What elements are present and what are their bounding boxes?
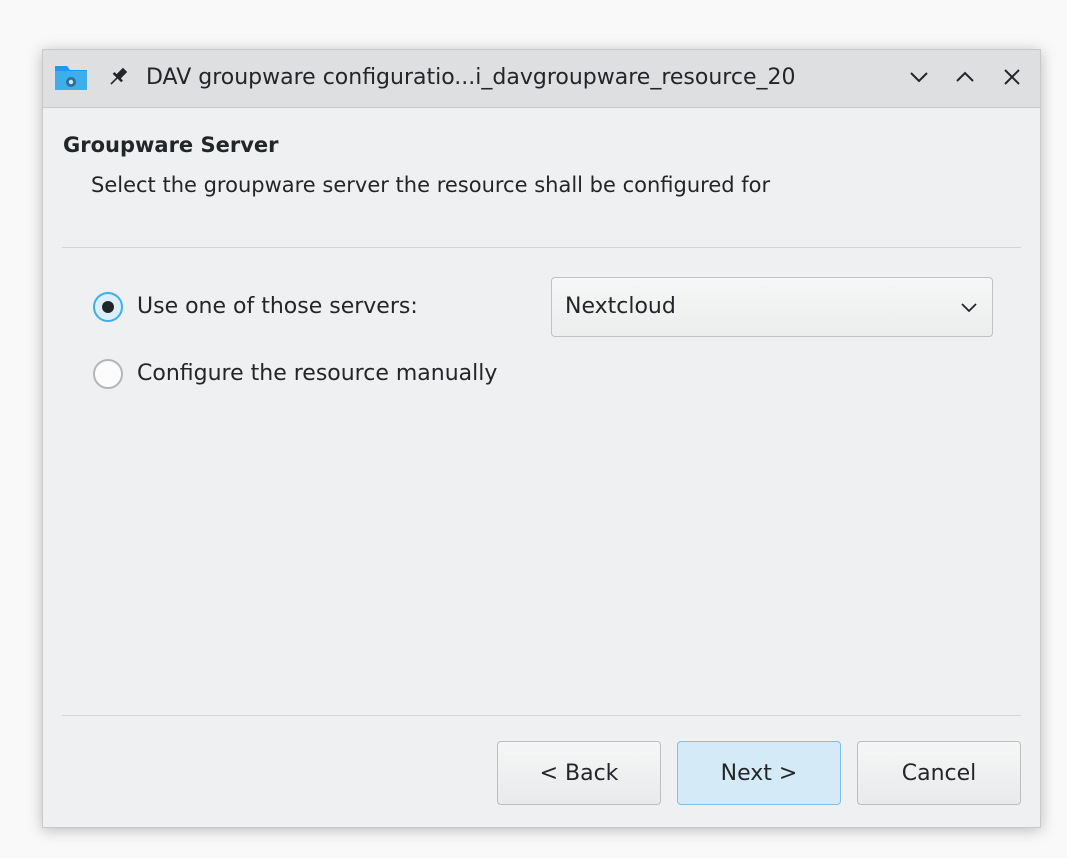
use-server-radio[interactable]	[93, 292, 123, 322]
footer-divider	[62, 715, 1021, 716]
page-subtitle: Select the groupware server the resource…	[91, 173, 771, 197]
pin-icon[interactable]	[106, 65, 130, 89]
back-button[interactable]: < Back	[497, 741, 661, 805]
chevron-down-icon	[961, 303, 977, 313]
wizard-dialog: DAV groupware configuratio...i_davgroupw…	[42, 49, 1041, 828]
server-select[interactable]: Nextcloud	[551, 277, 993, 337]
page-title: Groupware Server	[63, 133, 279, 157]
folder-dav-icon	[55, 66, 87, 90]
server-select-value: Nextcloud	[565, 294, 676, 319]
chevron-down-icon	[910, 72, 928, 83]
next-button[interactable]: Next >	[677, 741, 841, 805]
minimize-button[interactable]	[903, 61, 935, 93]
manual-config-radio[interactable]	[93, 359, 123, 389]
title-bar[interactable]: DAV groupware configuratio...i_davgroupw…	[43, 50, 1040, 108]
use-server-label: Use one of those servers:	[137, 294, 418, 319]
use-server-option[interactable]: Use one of those servers:	[93, 291, 418, 323]
cancel-button[interactable]: Cancel	[857, 741, 1021, 805]
chevron-up-icon	[956, 71, 974, 82]
window-title: DAV groupware configuratio...i_davgroupw…	[146, 65, 796, 90]
close-button[interactable]	[996, 61, 1028, 93]
close-icon	[1004, 69, 1020, 85]
manual-config-label: Configure the resource manually	[137, 361, 498, 386]
header-divider	[62, 247, 1021, 248]
manual-config-option[interactable]: Configure the resource manually	[93, 358, 497, 390]
radio-selected-dot	[102, 301, 114, 313]
maximize-button[interactable]	[949, 61, 981, 93]
